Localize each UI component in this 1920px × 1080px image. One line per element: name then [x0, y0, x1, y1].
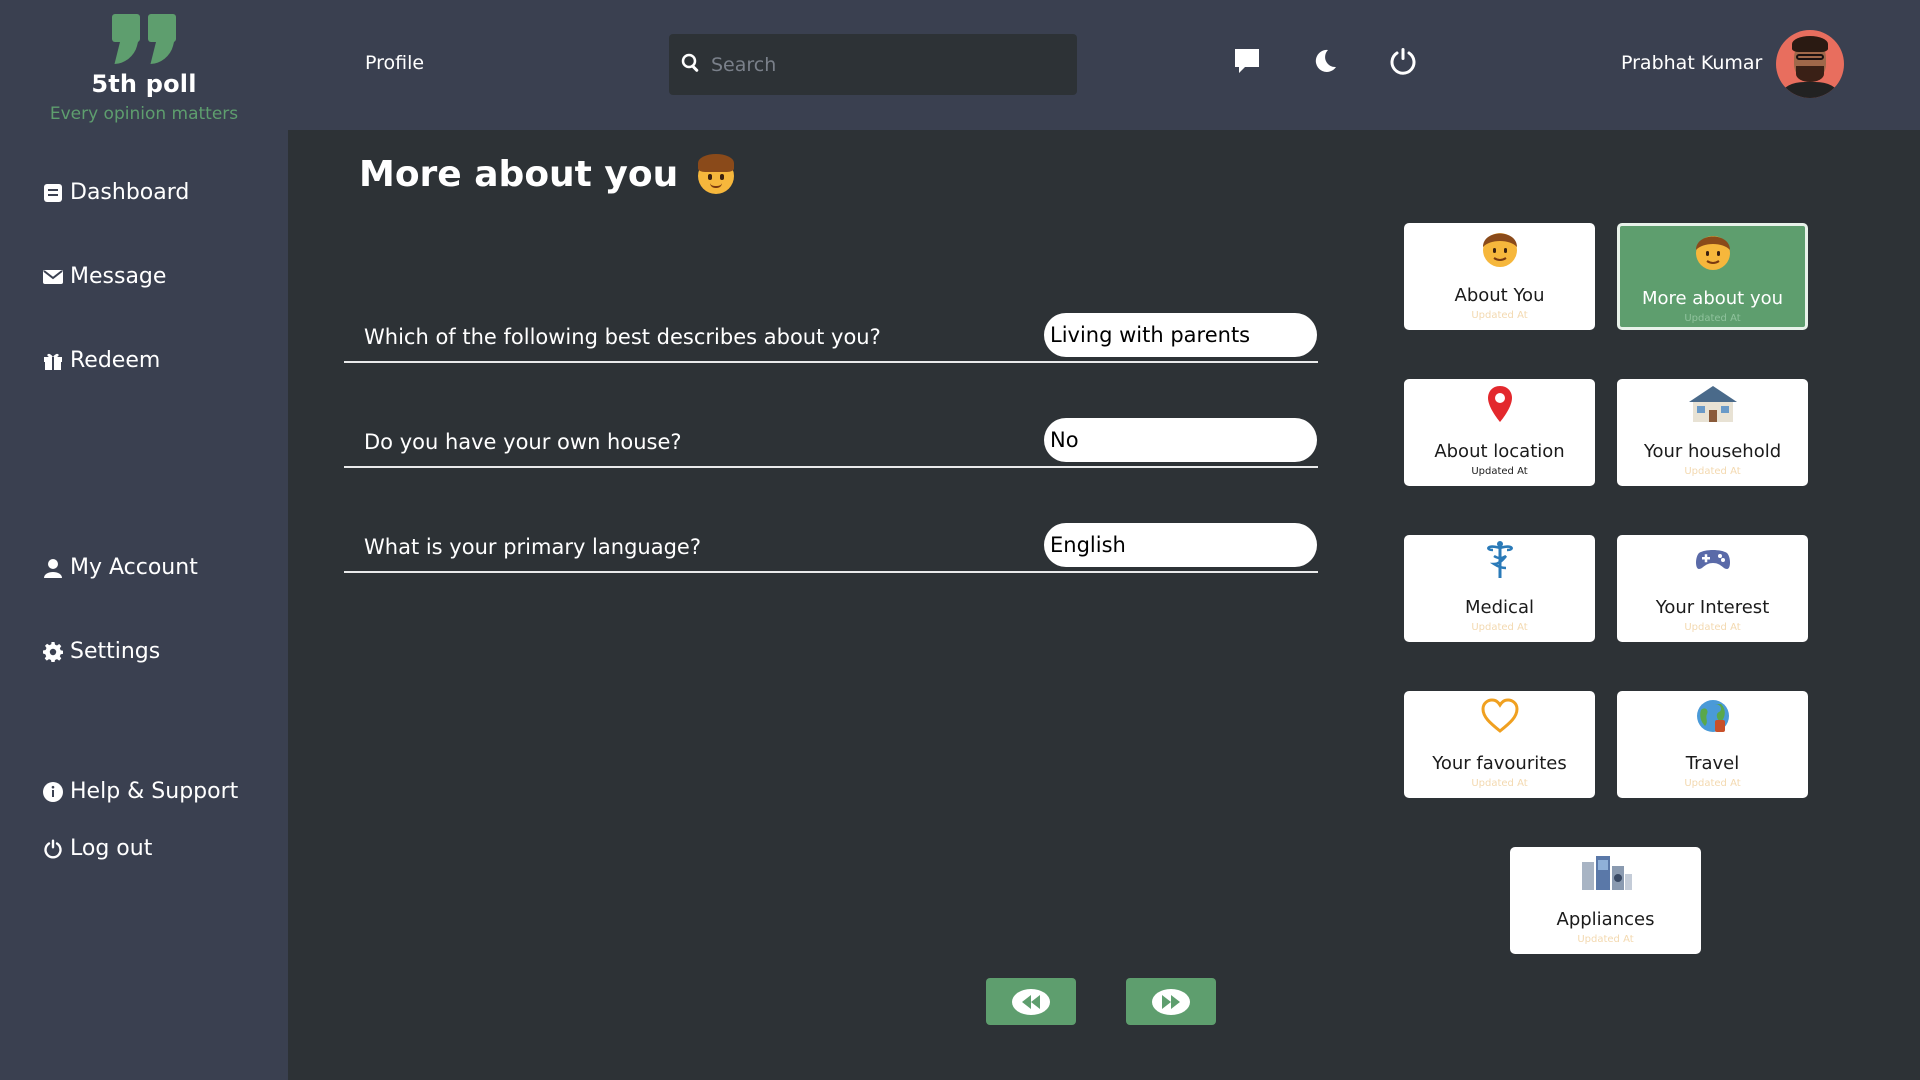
gear-icon	[42, 641, 64, 663]
card-about-location[interactable]: About location Updated At	[1404, 379, 1595, 486]
sidebar-item-label: Help & Support	[70, 779, 239, 804]
card-more-about-you[interactable]: More about you Updated At	[1617, 223, 1808, 330]
chat-icon[interactable]	[1231, 45, 1263, 77]
card-label: Travel	[1685, 753, 1740, 774]
question-row: Which of the following best describes ab…	[344, 303, 1318, 363]
card-updated: Updated At	[1471, 778, 1528, 789]
card-updated: Updated At	[1684, 313, 1741, 324]
card-updated: Updated At	[1471, 622, 1528, 633]
user-icon	[42, 557, 64, 579]
sidebar-item-settings[interactable]: Settings	[42, 639, 160, 664]
answer-field[interactable]	[1044, 418, 1317, 462]
boy-emoji-icon	[1404, 227, 1595, 269]
power-icon[interactable]	[1387, 45, 1419, 77]
boy-emoji-icon	[1620, 230, 1805, 272]
question-row: What is your primary language?	[344, 513, 1318, 573]
fast-forward-icon	[1152, 988, 1190, 1015]
card-label: More about you	[1641, 288, 1784, 309]
avatar[interactable]	[1776, 30, 1844, 98]
dashboard-icon	[42, 182, 64, 204]
card-label: Appliances	[1556, 909, 1655, 930]
sidebar-item-log-out[interactable]: Log out	[42, 836, 152, 861]
card-your-interest[interactable]: Your Interest Updated At	[1617, 535, 1808, 642]
question-text: Which of the following best describes ab…	[364, 325, 881, 349]
sidebar-item-redeem[interactable]: Redeem	[42, 348, 160, 373]
answer-field[interactable]	[1044, 313, 1317, 357]
question-text: What is your primary language?	[364, 535, 701, 559]
card-updated: Updated At	[1684, 622, 1741, 633]
card-label: About You	[1454, 285, 1545, 306]
sidebar-item-label: Log out	[70, 836, 153, 861]
heart-icon	[1404, 695, 1595, 737]
brand-tagline: Every opinion matters	[49, 104, 239, 124]
card-your-favourites[interactable]: Your favourites Updated At	[1404, 691, 1595, 798]
card-appliances[interactable]: Appliances Updated At	[1510, 847, 1701, 954]
card-updated: Updated At	[1471, 466, 1528, 477]
sidebar-item-label: Message	[70, 264, 167, 289]
location-pin-icon	[1404, 383, 1595, 425]
card-medical[interactable]: Medical Updated At	[1404, 535, 1595, 642]
power-icon	[42, 838, 64, 860]
profile-link[interactable]: Profile	[365, 52, 424, 74]
search-bar	[669, 34, 1077, 95]
moon-icon[interactable]	[1309, 45, 1341, 77]
card-updated: Updated At	[1684, 778, 1741, 789]
gift-icon	[42, 350, 64, 372]
sidebar-item-help-support[interactable]: Help & Support	[42, 779, 238, 804]
envelope-icon	[42, 266, 64, 288]
rewind-icon	[1012, 988, 1050, 1015]
sidebar-item-label: Settings	[70, 639, 161, 664]
boy-emoji-icon	[696, 152, 736, 196]
card-label: Your household	[1643, 441, 1782, 462]
sidebar-item-dashboard[interactable]: Dashboard	[42, 180, 189, 205]
appliances-icon	[1510, 851, 1701, 893]
house-icon	[1617, 383, 1808, 425]
sidebar-item-message[interactable]: Message	[42, 264, 166, 289]
sidebar-item-label: Dashboard	[70, 180, 190, 205]
card-label: Your favourites	[1432, 753, 1567, 774]
card-about-you[interactable]: About You Updated At	[1404, 223, 1595, 330]
card-label: About location	[1434, 441, 1565, 462]
card-label: Your Interest	[1655, 597, 1770, 618]
user-name[interactable]: Prabhat Kumar	[1621, 52, 1762, 74]
globe-icon	[1617, 695, 1808, 737]
gamepad-icon	[1617, 539, 1808, 581]
info-icon	[42, 781, 64, 803]
sidebar: 5th poll Every opinion matters Dashboard…	[0, 0, 288, 1080]
search-input[interactable]	[711, 53, 1051, 76]
sidebar-item-label: My Account	[70, 555, 198, 580]
card-label: Medical	[1465, 597, 1534, 618]
previous-button[interactable]	[986, 978, 1076, 1025]
brand-name: 5th poll	[91, 70, 197, 98]
answer-field[interactable]	[1044, 523, 1317, 567]
quote-mark-icon	[112, 14, 176, 66]
caduceus-icon	[1404, 539, 1595, 581]
question-text: Do you have your own house?	[364, 430, 682, 454]
topbar: Profile Prabhat Kumar	[288, 0, 1920, 130]
card-updated: Updated At	[1577, 934, 1634, 945]
card-travel[interactable]: Travel Updated At	[1617, 691, 1808, 798]
page-title: More about you	[359, 152, 736, 196]
card-updated: Updated At	[1471, 310, 1528, 321]
brand-logo[interactable]: 5th poll Every opinion matters	[0, 14, 288, 124]
card-your-household[interactable]: Your household Updated At	[1617, 379, 1808, 486]
sidebar-item-label: Redeem	[70, 348, 161, 373]
question-row: Do you have your own house?	[344, 408, 1318, 468]
search-icon	[681, 53, 701, 77]
next-button[interactable]	[1126, 978, 1216, 1025]
card-updated: Updated At	[1684, 466, 1741, 477]
sidebar-item-my-account[interactable]: My Account	[42, 555, 198, 580]
